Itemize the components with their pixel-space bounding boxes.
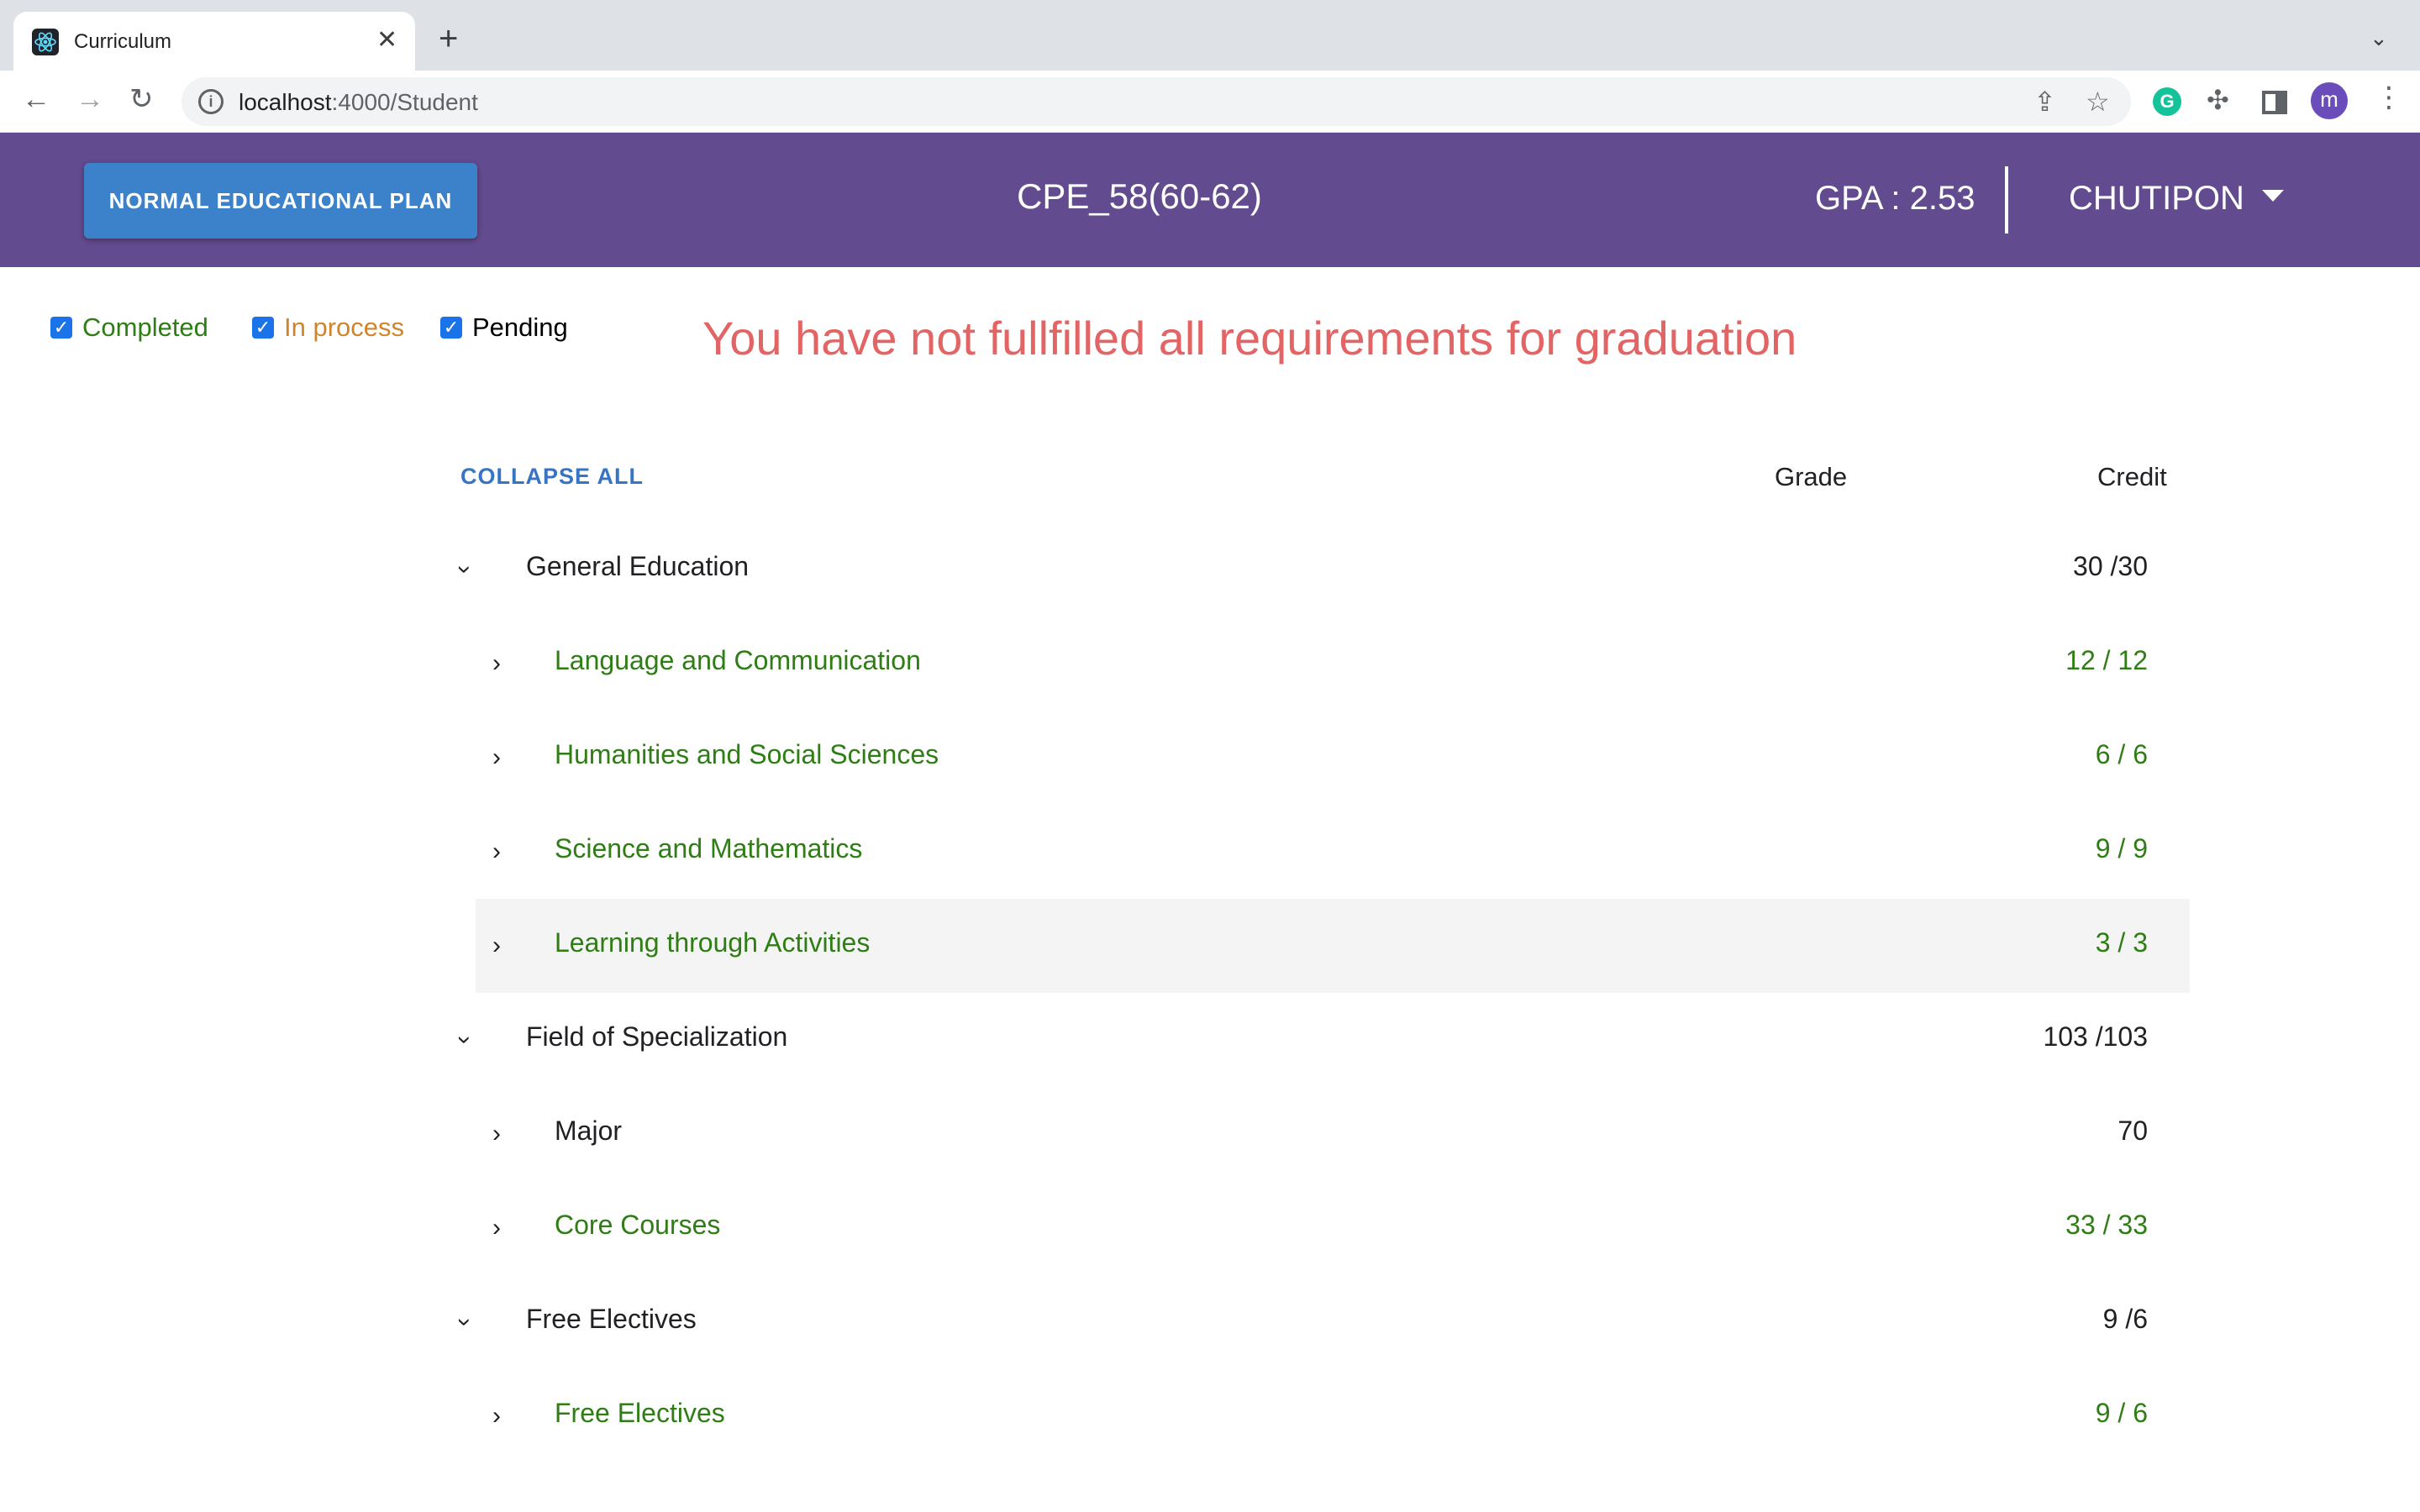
credit-column-header: Credit — [2097, 462, 2167, 491]
filter-completed[interactable]: ✓ Completed — [50, 312, 208, 343]
tree-row-humanities-and-social-sciences[interactable]: › Humanities and Social Sciences 6 / 6 — [460, 711, 2190, 805]
row-credit: 9 /6 — [2102, 1304, 2148, 1334]
forward-arrow-icon[interactable]: → — [76, 82, 104, 116]
row-credit: 33 / 33 — [2065, 1210, 2148, 1240]
row-credit: 103 /103 — [2043, 1021, 2148, 1052]
row-credit: 9 / 9 — [2095, 833, 2148, 864]
tree-row-learning-through-activities[interactable]: › Learning through Activities 3 / 3 — [476, 899, 2190, 993]
tree-row-major[interactable]: › Major 70 — [460, 1087, 2190, 1181]
collapse-all-button[interactable]: COLLAPSE ALL — [460, 464, 644, 490]
row-label: Learning through Activities — [555, 927, 871, 958]
row-label: Humanities and Social Sciences — [555, 739, 939, 769]
caret-down-icon[interactable] — [2262, 190, 2284, 202]
site-info-icon[interactable]: i — [198, 89, 224, 114]
tree-row-language-and-communication[interactable]: › Language and Communication 12 / 12 — [460, 617, 2190, 711]
row-label: General Education — [526, 551, 750, 581]
row-label: Field of Specialization — [526, 1021, 788, 1052]
new-tab-icon[interactable]: + — [439, 22, 458, 55]
filter-in-process[interactable]: ✓ In process — [252, 312, 404, 343]
chevron-right-icon[interactable]: › — [492, 1211, 501, 1245]
tree-row-core-courses[interactable]: › Core Courses 33 / 33 — [460, 1181, 2190, 1275]
chevron-right-icon[interactable]: › — [492, 835, 501, 869]
browser-menu-icon[interactable]: ⋮ — [2375, 81, 2403, 114]
chevron-right-icon[interactable]: › — [492, 929, 501, 963]
browser-tabstrip: Curriculum ✕ + ⌄ — [0, 0, 2420, 71]
filter-pending-label: Pending — [472, 312, 568, 342]
chevron-down-icon[interactable]: › — [451, 553, 479, 586]
row-credit: 70 — [2118, 1116, 2148, 1146]
row-label: Free Electives — [555, 1398, 725, 1428]
tab-search-chevron-icon[interactable]: ⌄ — [2370, 25, 2388, 51]
tab-close-icon[interactable]: ✕ — [376, 27, 397, 54]
row-credit: 9 / 6 — [2095, 1398, 2148, 1428]
graduation-warning: You have not fullfilled all requirements… — [702, 312, 1797, 365]
gpa-display: GPA : 2.53 — [1815, 180, 1975, 217]
row-label: Language and Communication — [555, 645, 921, 675]
chevron-right-icon[interactable]: › — [492, 1399, 501, 1433]
url-text: localhost:4000/Student — [239, 89, 478, 116]
react-favicon-icon — [32, 29, 59, 55]
row-label: Free Electives — [526, 1304, 697, 1334]
chevron-right-icon[interactable]: › — [492, 1117, 501, 1151]
tree-row-free-electives[interactable]: › Free Electives 9 / 6 — [460, 1369, 2190, 1463]
back-arrow-icon[interactable]: ← — [22, 82, 50, 116]
row-label: Major — [555, 1116, 623, 1146]
filter-completed-label: Completed — [82, 312, 208, 342]
row-credit: 12 / 12 — [2065, 645, 2148, 675]
row-credit: 30 /30 — [2073, 551, 2148, 581]
tree-row-free-electives-group[interactable]: › Free Electives 9 /6 — [451, 1275, 2190, 1369]
share-icon[interactable]: ⇪ — [2033, 86, 2056, 118]
tree-row-field-of-specialization[interactable]: › Field of Specialization 103 /103 — [451, 993, 2190, 1087]
in-process-checkbox[interactable]: ✓ — [252, 317, 274, 339]
completed-checkbox[interactable]: ✓ — [50, 317, 72, 339]
extensions-puzzle-icon[interactable]: ✣ — [2207, 84, 2229, 116]
chevron-down-icon[interactable]: › — [451, 1305, 479, 1339]
chevron-right-icon[interactable]: › — [492, 741, 501, 774]
normal-educational-plan-button[interactable]: NORMAL EDUCATIONAL PLAN — [84, 163, 477, 239]
user-menu-button[interactable]: CHUTIPON — [2069, 180, 2244, 218]
row-credit: 6 / 6 — [2095, 739, 2148, 769]
grammarly-extension-icon[interactable]: G — [2153, 87, 2181, 116]
bookmark-star-icon[interactable]: ☆ — [2086, 86, 2110, 118]
url-path: :4000/Student — [331, 89, 478, 115]
side-panel-icon[interactable] — [2262, 91, 2287, 114]
url-host: localhost — [239, 89, 332, 115]
chevron-right-icon[interactable]: › — [492, 647, 501, 680]
reload-icon[interactable]: ↻ — [129, 82, 154, 116]
browser-toolbar: ← → ↻ i localhost:4000/Student ⇪ ☆ G ✣ m… — [0, 71, 2420, 133]
app-header: NORMAL EDUCATIONAL PLAN CPE_58(60-62) GP… — [0, 133, 2420, 267]
filter-pending[interactable]: ✓ Pending — [440, 312, 568, 343]
filter-in-process-label: In process — [284, 312, 405, 342]
tree-row-science-and-mathematics[interactable]: › Science and Mathematics 9 / 9 — [460, 805, 2190, 899]
tab-title: Curriculum — [74, 30, 172, 53]
grade-column-header: Grade — [1775, 462, 1848, 491]
tree-row-general-education[interactable]: › General Education 30 /30 — [451, 522, 2190, 617]
browser-tab[interactable]: Curriculum ✕ — [13, 12, 415, 71]
header-divider — [2005, 166, 2008, 234]
pending-checkbox[interactable]: ✓ — [440, 317, 462, 339]
chevron-down-icon[interactable]: › — [451, 1023, 479, 1057]
row-credit: 3 / 3 — [2095, 927, 2148, 958]
profile-avatar[interactable]: m — [2311, 82, 2348, 119]
row-label: Science and Mathematics — [555, 833, 863, 864]
row-label: Core Courses — [555, 1210, 721, 1240]
address-bar[interactable]: i localhost:4000/Student ⇪ ☆ — [182, 77, 2131, 126]
curriculum-title: CPE_58(60-62) — [1017, 176, 1262, 216]
